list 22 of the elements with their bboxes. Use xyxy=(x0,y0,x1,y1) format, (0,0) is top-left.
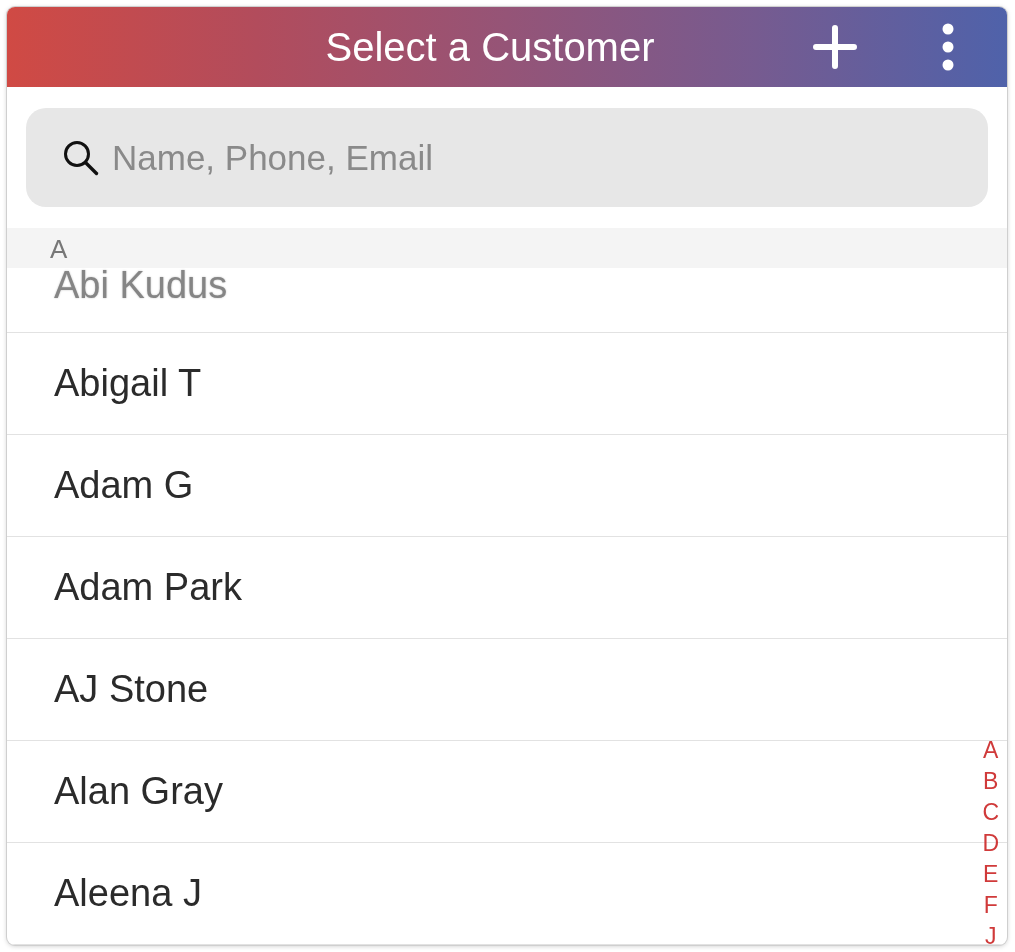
more-options-icon xyxy=(942,23,954,71)
screen-title: Select a Customer xyxy=(325,24,655,70)
more-button[interactable] xyxy=(941,23,955,71)
index-letter[interactable]: B xyxy=(983,766,999,797)
customer-row[interactable]: AJ Stone xyxy=(7,638,963,740)
add-button[interactable] xyxy=(813,25,857,69)
index-letter[interactable]: F xyxy=(983,890,998,921)
search-icon xyxy=(63,140,99,176)
index-letter[interactable]: C xyxy=(982,797,999,828)
index-letter[interactable]: A xyxy=(983,735,999,766)
customer-row[interactable]: Abi Kudus xyxy=(7,268,963,332)
customer-row[interactable]: Adam G xyxy=(7,434,963,536)
index-letter[interactable]: D xyxy=(982,828,999,859)
customer-row[interactable]: Aleena J xyxy=(7,842,963,944)
customer-row[interactable]: Alan Gray xyxy=(7,740,963,842)
index-letter[interactable]: J xyxy=(984,921,997,945)
plus-icon xyxy=(813,25,857,69)
customer-row[interactable]: Abigail T xyxy=(7,332,963,434)
customer-row[interactable]: Adam Park xyxy=(7,536,963,638)
section-header: A xyxy=(7,228,1007,268)
index-letter[interactable]: E xyxy=(983,859,999,890)
search-field[interactable]: Name, Phone, Email xyxy=(26,108,988,207)
